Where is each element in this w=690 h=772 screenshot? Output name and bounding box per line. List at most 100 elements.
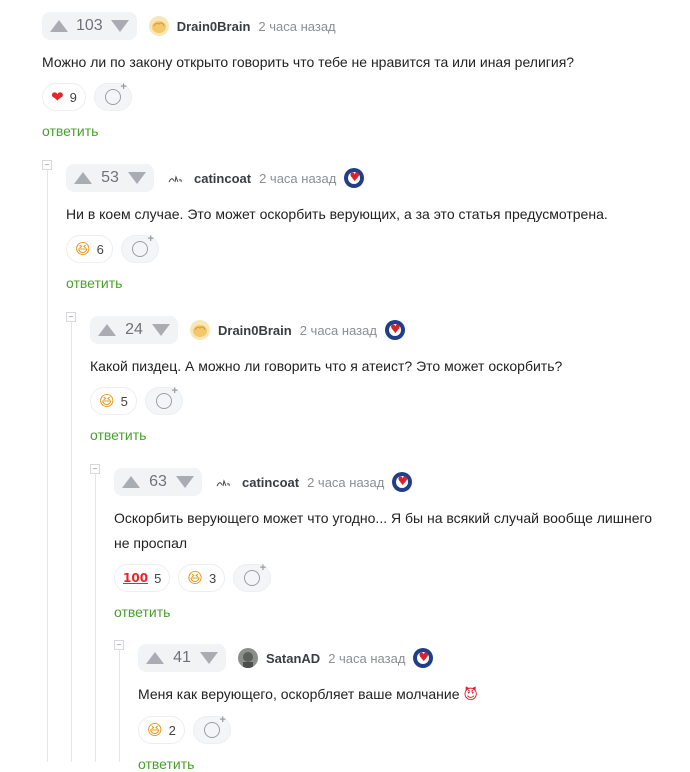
reaction-button[interactable]: 😆 3 <box>178 564 226 592</box>
comment: 41 SatanAD 2 часа назад Меня как верующе… <box>138 643 682 772</box>
reply-link[interactable]: ответить <box>138 756 682 772</box>
rating-control: 24 <box>90 316 178 344</box>
timestamp[interactable]: 2 часа назад <box>258 19 335 34</box>
downvote-arrow-icon[interactable] <box>200 652 218 664</box>
reply-link[interactable]: ответить <box>90 427 682 443</box>
thread-line-level-3 <box>95 472 96 762</box>
laughing-face-icon: 😆 <box>187 569 203 587</box>
thread-line-level-1 <box>47 168 48 762</box>
comment-text: Меня как верующего, оскорбляет ваше молч… <box>138 682 682 708</box>
reply-link[interactable]: ответить <box>66 275 682 291</box>
user-avatar[interactable] <box>190 320 210 340</box>
comment-text: Оскорбить верующего может что угодно... … <box>114 510 653 551</box>
upvote-arrow-icon[interactable] <box>98 324 116 336</box>
comment-text-body: Меня как верующего, оскорбляет ваше молч… <box>138 686 460 702</box>
downvote-arrow-icon[interactable] <box>128 172 146 184</box>
downvote-arrow-icon[interactable] <box>176 476 194 488</box>
timestamp[interactable]: 2 часа назад <box>328 651 405 666</box>
comment-header: 53 catincoat 2 часа назад <box>66 163 682 193</box>
comment-header: 24 Drain0Brain 2 часа назад <box>90 315 682 345</box>
add-reaction-button[interactable] <box>93 81 132 111</box>
upvote-arrow-icon[interactable] <box>74 172 92 184</box>
reaction-count: 3 <box>208 570 217 586</box>
collapse-thread-button[interactable] <box>66 312 76 322</box>
reaction-button[interactable]: 😆 5 <box>90 387 137 415</box>
user-avatar[interactable] <box>148 16 169 36</box>
comment: 103 Drain0Brain 2 часа назад Можно ли по… <box>42 11 682 139</box>
comment: 24 Drain0Brain 2 часа назад Какой пиздец… <box>90 315 682 443</box>
rating-control: 53 <box>66 164 154 192</box>
community-badge-icon <box>413 648 434 668</box>
reaction-count: 9 <box>69 89 77 105</box>
add-reaction-button[interactable] <box>120 233 159 263</box>
add-emoji-icon <box>155 385 178 409</box>
comment-text: Ни в коем случае. Это может оскорбить ве… <box>66 206 608 222</box>
add-reaction-button[interactable] <box>144 385 183 415</box>
author-name[interactable]: SatanAD <box>266 651 320 666</box>
reaction-button[interactable]: 😆 6 <box>66 235 113 263</box>
comment: 53 catincoat 2 часа назад Ни в коем случ… <box>66 163 682 291</box>
add-reaction-button[interactable] <box>233 562 272 592</box>
comment-text: Какой пиздец. А можно ли говорить что я … <box>90 358 563 374</box>
collapse-thread-button[interactable] <box>114 640 124 650</box>
community-badge-icon <box>384 320 405 340</box>
collapse-thread-button[interactable] <box>90 464 100 474</box>
reaction-count: 6 <box>96 241 104 257</box>
reply-link[interactable]: ответить <box>114 604 670 620</box>
rating-count: 63 <box>149 473 167 490</box>
add-reaction-button[interactable] <box>192 714 231 744</box>
heart-icon: ❤ <box>51 88 64 106</box>
reaction-button[interactable]: 😆 2 <box>138 716 185 744</box>
reactions-bar: 100 5 😆 3 <box>114 562 670 592</box>
reactions-bar: 😆 6 <box>66 233 682 263</box>
reaction-count: 2 <box>168 722 176 738</box>
hundred-points-icon: 100 <box>123 571 149 585</box>
thread-line-level-2 <box>71 320 72 762</box>
user-avatar[interactable] <box>214 472 234 492</box>
laughing-face-icon: 😆 <box>75 240 91 258</box>
community-badge-icon <box>344 168 365 188</box>
comment-header: 63 catincoat 2 часа назад <box>114 467 670 497</box>
user-avatar[interactable] <box>238 648 258 668</box>
reaction-button[interactable]: 100 5 <box>114 564 171 592</box>
thread-line-level-4 <box>119 648 120 762</box>
rating-count: 41 <box>173 649 191 666</box>
timestamp[interactable]: 2 часа назад <box>300 323 377 338</box>
rating-control: 103 <box>42 12 137 40</box>
reply-link[interactable]: ответить <box>42 123 682 139</box>
upvote-arrow-icon[interactable] <box>146 652 164 664</box>
timestamp[interactable]: 2 часа назад <box>259 171 336 186</box>
laughing-face-icon: 😆 <box>147 721 163 739</box>
rating-control: 63 <box>114 468 202 496</box>
smiling-devil-icon: 😈 <box>463 687 479 703</box>
comment-header: 103 Drain0Brain 2 часа назад <box>42 11 682 41</box>
add-emoji-icon <box>244 562 266 586</box>
reactions-bar: ❤ 9 <box>42 81 682 111</box>
comment-header: 41 SatanAD 2 часа назад <box>138 643 682 673</box>
rating-count: 24 <box>125 321 143 338</box>
add-emoji-icon <box>104 81 127 105</box>
laughing-face-icon: 😆 <box>99 392 115 410</box>
add-emoji-icon <box>203 714 226 738</box>
downvote-arrow-icon[interactable] <box>152 324 170 336</box>
rating-count: 53 <box>101 169 119 186</box>
rating-count: 103 <box>76 17 103 34</box>
author-name[interactable]: Drain0Brain <box>218 323 292 338</box>
reactions-bar: 😆 5 <box>90 385 682 415</box>
upvote-arrow-icon[interactable] <box>122 476 140 488</box>
upvote-arrow-icon[interactable] <box>50 20 68 32</box>
add-emoji-icon <box>131 233 154 257</box>
rating-control: 41 <box>138 644 226 672</box>
user-avatar[interactable] <box>166 168 186 188</box>
reaction-count: 5 <box>154 570 162 586</box>
author-name[interactable]: catincoat <box>194 171 251 186</box>
comment: 63 catincoat 2 часа назад Оскорбить веру… <box>114 467 670 620</box>
author-name[interactable]: catincoat <box>242 475 299 490</box>
reaction-count: 5 <box>120 393 128 409</box>
downvote-arrow-icon[interactable] <box>110 20 129 32</box>
community-badge-icon <box>392 472 413 492</box>
reaction-button[interactable]: ❤ 9 <box>42 83 86 111</box>
collapse-thread-button[interactable] <box>42 160 52 170</box>
author-name[interactable]: Drain0Brain <box>177 19 251 34</box>
timestamp[interactable]: 2 часа назад <box>307 475 384 490</box>
